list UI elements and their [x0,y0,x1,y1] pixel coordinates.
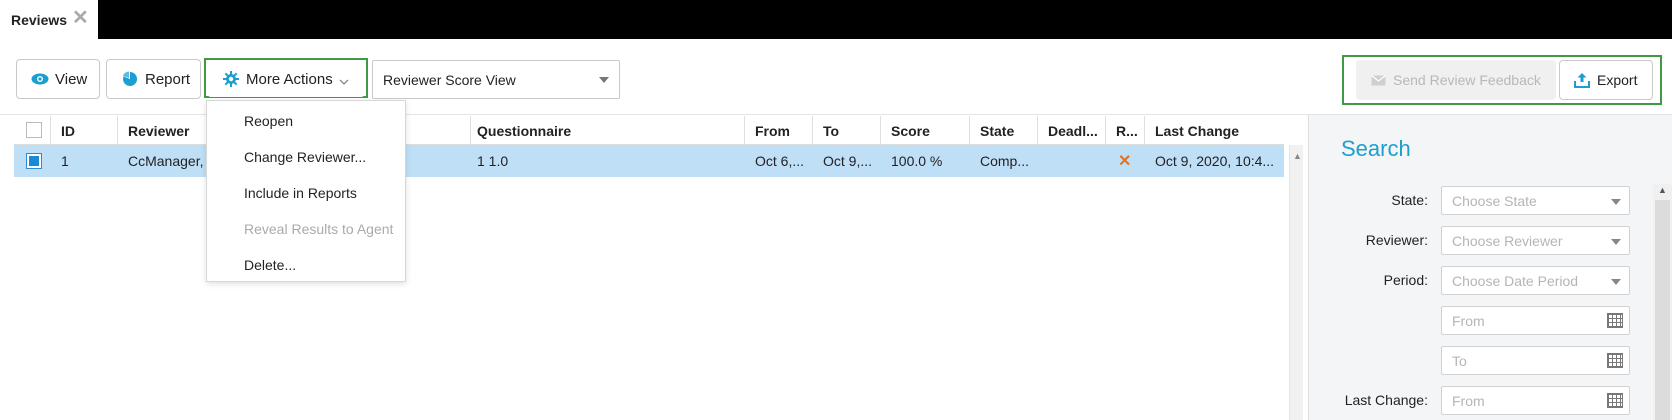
period-select[interactable]: Choose Date Period [1441,266,1630,295]
state-label: State: [1391,192,1428,208]
period-label: Period: [1383,272,1428,288]
view-button-label: View [55,70,88,88]
last-change-label: Last Change: [1344,392,1428,408]
report-button-label: Report [145,70,191,88]
menu-item-change-reviewer[interactable]: Change Reviewer... [207,139,405,175]
more-actions-button[interactable]: More Actions [207,61,365,97]
pie-chart-icon [121,70,139,88]
dropdown-caret-icon [1611,279,1621,285]
column-header-r[interactable]: R... [1106,116,1145,145]
calendar-icon[interactable] [1607,393,1623,408]
reviewer-select[interactable]: Choose Reviewer [1441,226,1630,255]
period-from-input[interactable]: From [1441,306,1630,335]
column-header-deadline[interactable]: Deadl... [1038,116,1106,145]
tab-reviews[interactable]: Reviews ✕ [0,0,98,39]
export-button[interactable]: Export [1559,60,1653,100]
view-select[interactable]: Reviewer Score View [372,60,620,99]
period-to-placeholder: To [1452,352,1467,369]
envelope-icon [1371,74,1386,86]
chevron-down-icon [339,73,349,90]
tab-label: Reviews [11,11,68,28]
cell-last-change: Oct 9, 2020, 10:4... [1155,153,1275,169]
menu-item-include-in-reports[interactable]: Include in Reports [207,175,405,211]
period-from-placeholder: From [1452,312,1485,329]
header-select-all[interactable] [14,116,51,145]
state-placeholder: Choose State [1452,192,1537,209]
tab-bar [0,0,1672,39]
menu-item-reopen[interactable]: Reopen [207,103,405,139]
table-header: ID Reviewer Questionnaire From To Score … [14,116,1284,145]
search-panel-scrollbar[interactable]: ▲ [1653,184,1672,420]
cell-id: 1 [61,153,69,169]
column-header-state[interactable]: State [970,116,1038,145]
cell-deadline [1038,145,1106,177]
gear-icon [222,70,240,88]
dropdown-caret-icon [1611,239,1621,245]
eye-icon [31,70,49,88]
cell-score: 100.0 % [891,153,943,169]
calendar-icon[interactable] [1607,313,1623,328]
table-scrollbar[interactable]: ▲ [1289,145,1303,420]
send-review-feedback-button[interactable]: Send Review Feedback [1356,60,1556,100]
dropdown-caret-icon [1611,199,1621,205]
column-header-from[interactable]: From [745,116,813,145]
menu-item-delete[interactable]: Delete... [207,247,405,283]
more-actions-menu: Reopen Change Reviewer... Include in Rep… [206,100,406,282]
reviewer-placeholder: Choose Reviewer [1452,232,1563,249]
report-button[interactable]: Report [106,59,201,99]
send-review-feedback-label: Send Review Feedback [1393,72,1541,88]
view-button[interactable]: View [16,59,100,99]
scroll-up-icon[interactable]: ▲ [1658,185,1667,195]
column-header-to[interactable]: To [813,116,881,145]
period-to-input[interactable]: To [1441,346,1630,375]
view-select-value: Reviewer Score View [383,71,516,88]
select-all-checkbox[interactable] [26,122,42,138]
more-actions-label: More Actions [246,70,333,88]
column-header-id[interactable]: ID [51,116,118,145]
column-header-score[interactable]: Score [881,116,970,145]
cell-from: Oct 6,... [755,153,805,169]
cell-state: Comp... [980,153,1030,169]
reviewer-label: Reviewer: [1365,232,1428,248]
column-header-last-change[interactable]: Last Change [1145,116,1284,145]
upload-icon [1574,72,1590,88]
dropdown-caret-icon [599,77,609,83]
search-title: Search [1341,136,1411,161]
column-header-questionnaire[interactable]: Questionnaire [467,116,745,145]
last-change-from-placeholder: From [1452,392,1485,409]
state-select[interactable]: Choose State [1441,186,1630,215]
scroll-up-icon[interactable]: ▲ [1293,151,1302,161]
last-change-from-input[interactable]: From [1441,386,1630,415]
calendar-icon[interactable] [1607,353,1623,368]
close-icon[interactable]: ✕ [72,8,89,28]
menu-item-reveal-results: Reveal Results to Agent [244,221,394,237]
period-placeholder: Choose Date Period [1452,272,1579,289]
cell-to: Oct 9,... [823,153,873,169]
row-checkbox[interactable] [26,153,42,169]
scrollbar-thumb[interactable] [1655,200,1670,420]
cell-questionnaire: 1 1.0 [477,153,509,169]
table-row[interactable]: 1 CcManager, 1 1.0 Oct 6,... Oct 9,... 1… [14,145,1284,177]
export-label: Export [1597,72,1638,88]
remove-x-icon[interactable]: ✕ [1106,145,1145,177]
